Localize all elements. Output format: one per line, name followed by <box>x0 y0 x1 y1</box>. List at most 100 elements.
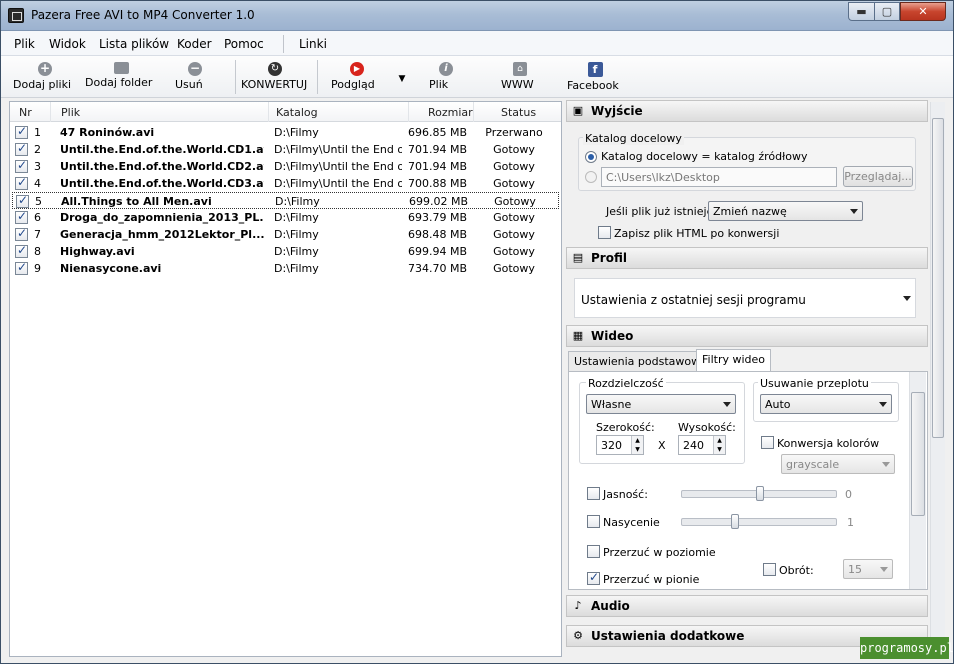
www-button[interactable]: ⌂ WWW <box>501 58 539 96</box>
slider-handle[interactable] <box>756 486 764 501</box>
maximize-button[interactable]: ▢ <box>874 2 900 21</box>
table-row[interactable]: 2 Until.the.End.of.the.World.CD1.avi D:\… <box>12 141 559 158</box>
column-rozmiar[interactable]: Rozmiar <box>428 106 473 119</box>
color-mode-select[interactable]: grayscale <box>781 454 895 474</box>
column-status[interactable]: Status <box>501 106 536 119</box>
section-audio-header[interactable]: ♪ Audio <box>566 595 928 617</box>
menu-plik[interactable]: Plik <box>14 37 35 51</box>
row-checkbox[interactable] <box>15 243 28 258</box>
flip-horizontal-checkbox[interactable] <box>587 545 600 558</box>
column-divider[interactable] <box>50 102 51 122</box>
remove-button[interactable]: − Usuń <box>175 58 215 96</box>
row-checkbox[interactable] <box>15 209 28 224</box>
table-row[interactable]: 4 Until.the.End.of.the.World.CD3.avi D:\… <box>12 175 559 192</box>
row-nr: 3 <box>34 160 41 173</box>
stepper-down-icon[interactable]: ▼ <box>631 445 643 454</box>
saturation-slider[interactable] <box>681 514 837 529</box>
menu-koder[interactable]: Koder <box>177 37 212 51</box>
brightness-label: Jasność: <box>603 488 648 501</box>
target-path-field[interactable]: C:\Users\lkz\Desktop <box>601 167 837 187</box>
row-size: 696.85 MB <box>407 126 467 139</box>
tab-video-filters[interactable]: Filtry wideo <box>696 349 772 371</box>
preview-button[interactable]: ▶ Podgląd <box>331 58 383 96</box>
slider-handle[interactable] <box>731 514 739 529</box>
brightness-slider[interactable] <box>681 486 837 501</box>
file-list[interactable]: Nr Plik Katalog Rozmiar Status 1 47 Roni… <box>9 101 562 657</box>
watermark-badge: programosy.pl <box>860 637 954 659</box>
rotate-value: 15 <box>848 563 862 576</box>
same-folder-radio[interactable] <box>585 151 597 163</box>
flip-vertical-checkbox[interactable] <box>587 570 600 585</box>
column-katalog[interactable]: Katalog <box>276 106 318 119</box>
table-row[interactable]: 1 47 Roninów.avi D:\Filmy 696.85 MB Prze… <box>12 124 559 141</box>
rotate-select[interactable]: 15 <box>843 559 893 579</box>
section-video-header[interactable]: ▦ Wideo <box>566 325 928 347</box>
row-checkbox[interactable] <box>16 193 29 208</box>
stepper-up-icon[interactable]: ▲ <box>631 436 643 445</box>
minimize-button[interactable]: ▬ <box>848 2 875 21</box>
custom-folder-radio[interactable] <box>585 171 597 183</box>
column-divider[interactable] <box>408 102 409 122</box>
stepper-up-icon[interactable]: ▲ <box>713 436 725 445</box>
table-row-selected[interactable]: 5 All.Things to All Men.avi D:\Filmy 699… <box>12 192 559 209</box>
app-icon[interactable] <box>8 8 24 23</box>
home-icon: ⌂ <box>513 62 527 76</box>
section-profile-header[interactable]: ▤ Profil <box>566 247 928 269</box>
title-bar[interactable]: Pazera Free AVI to MP4 Converter 1.0 ▬ ▢… <box>1 1 953 31</box>
row-status: Gotowy <box>493 177 535 190</box>
profile-select[interactable]: Ustawienia z ostatniej sesji programu <box>574 278 916 318</box>
row-checkbox[interactable] <box>15 158 28 173</box>
menu-pomoc[interactable]: Pomoc <box>224 37 264 51</box>
scrollbar-thumb[interactable] <box>911 392 925 516</box>
scrollbar-thumb[interactable] <box>932 118 944 438</box>
row-nr: 8 <box>34 245 41 258</box>
chevron-down-icon <box>723 402 731 407</box>
color-conversion-checkbox[interactable] <box>761 436 774 449</box>
output-icon: ▣ <box>572 104 584 117</box>
tab-basic-settings[interactable]: Ustawienia podstawowe <box>568 351 713 371</box>
width-stepper[interactable]: 320 ▲ ▼ <box>596 435 644 455</box>
row-size: 693.79 MB <box>407 211 467 224</box>
column-plik[interactable]: Plik <box>61 106 80 119</box>
resolution-select[interactable]: Własne <box>586 394 736 414</box>
height-stepper[interactable]: 240 ▲ ▼ <box>678 435 726 455</box>
column-divider[interactable] <box>473 102 474 122</box>
add-folder-button[interactable]: Dodaj folder <box>85 58 157 96</box>
facebook-button[interactable]: f Facebook <box>567 58 623 96</box>
menu-lista-plikow[interactable]: Lista plików <box>99 37 169 51</box>
table-row[interactable]: 8 Highway.avi D:\Filmy 699.94 MB Gotowy <box>12 243 559 260</box>
table-row[interactable]: 3 Until.the.End.of.the.World.CD2.avi D:\… <box>12 158 559 175</box>
brightness-checkbox[interactable] <box>587 487 600 500</box>
chevron-down-icon <box>879 402 887 407</box>
deinterlace-select[interactable]: Auto <box>760 394 892 414</box>
save-html-checkbox[interactable] <box>598 226 611 239</box>
row-checkbox[interactable] <box>15 260 28 275</box>
table-row[interactable]: 6 Droga_do_zapomnienia_2013_PL.... D:\Fi… <box>12 209 559 226</box>
row-status: Gotowy <box>493 143 535 156</box>
row-checkbox[interactable] <box>15 226 28 241</box>
rotate-checkbox[interactable] <box>763 563 776 576</box>
row-file-name: 47 Roninów.avi <box>60 126 155 139</box>
convert-button[interactable]: ↻ KONWERTUJ <box>241 58 309 96</box>
stepper-down-icon[interactable]: ▼ <box>713 445 725 454</box>
file-exists-select[interactable]: Zmień nazwę <box>708 201 863 221</box>
row-checkbox[interactable] <box>15 175 28 190</box>
menu-widok[interactable]: Widok <box>49 37 86 51</box>
row-checkbox[interactable] <box>15 124 28 139</box>
settings-scrollbar[interactable] <box>930 102 945 655</box>
column-divider[interactable] <box>268 102 269 122</box>
table-row[interactable]: 7 Generacja_hmm_2012Lektor_Pl.... D:\Fil… <box>12 226 559 243</box>
row-checkbox[interactable] <box>15 141 28 156</box>
file-info-button[interactable]: i Plik <box>429 58 463 96</box>
file-list-header: Nr Plik Katalog Rozmiar Status <box>10 102 561 122</box>
close-button[interactable]: ✕ <box>900 2 946 21</box>
height-label: Wysokość: <box>678 421 736 434</box>
column-nr[interactable]: Nr <box>19 106 32 119</box>
section-output-header[interactable]: ▣ Wyjście <box>566 100 928 122</box>
add-files-button[interactable]: + Dodaj pliki <box>13 58 77 96</box>
browse-button[interactable]: Przeglądaj... <box>843 166 913 187</box>
filters-scrollbar[interactable] <box>909 372 926 589</box>
table-row[interactable]: 9 Nienasycone.avi D:\Filmy 734.70 MB Got… <box>12 260 559 277</box>
saturation-checkbox[interactable] <box>587 515 600 528</box>
menu-linki[interactable]: Linki <box>299 37 327 51</box>
